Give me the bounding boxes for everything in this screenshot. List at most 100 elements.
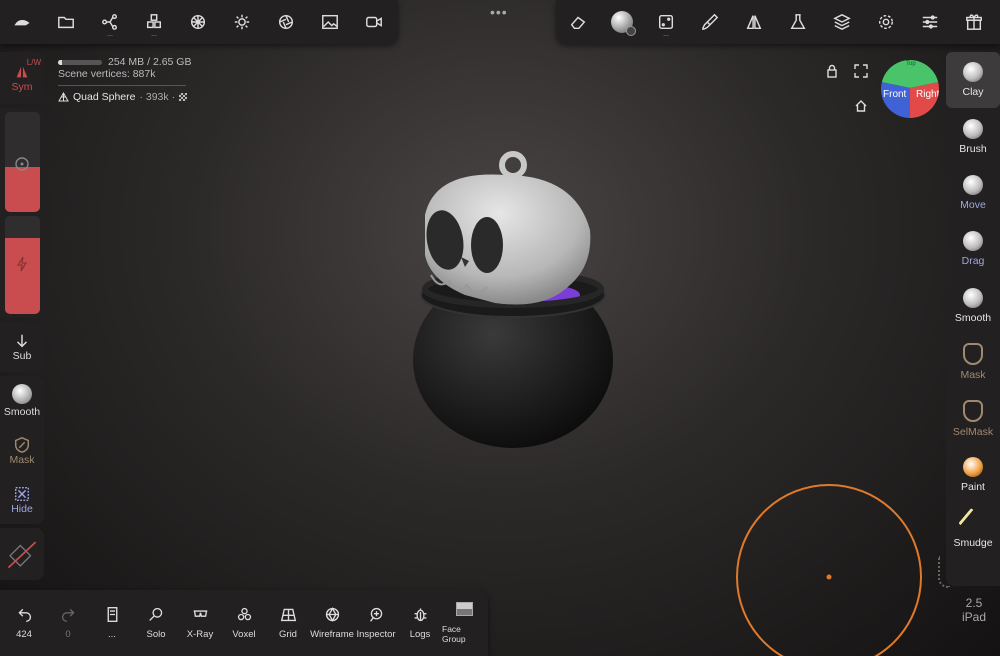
logs-label: Logs [409,629,431,640]
mode-toggle-button[interactable] [0,528,44,580]
intensity-slider[interactable] [5,216,40,314]
topology-icon[interactable] [176,0,220,44]
light-icon[interactable] [220,0,264,44]
paint-tool-icon [963,456,983,477]
divider [58,85,186,86]
tool-selmask[interactable]: SelMask [946,390,1000,446]
tool-smudge[interactable]: Smudge [946,503,1000,559]
voxel-button[interactable]: Voxel [222,606,266,640]
smooth-quick-button[interactable]: Smooth [0,376,44,426]
grid-label: Grid [279,629,297,640]
tool-paint[interactable]: Paint [946,447,1000,503]
drag-handle[interactable]: ••• [490,4,508,20]
sub-label: Sub [12,350,32,362]
material-sphere-icon[interactable] [600,0,644,44]
redo-icon [61,608,75,622]
lock-icon[interactable] [825,64,839,78]
eraser-panel [0,528,44,580]
quick-tools-panel: Smooth Mask Hide [0,376,44,524]
tool-smooth[interactable]: Smooth [946,278,1000,334]
tool-drag[interactable]: Drag [946,221,1000,277]
drag-tool-label: Drag [961,255,985,268]
video-camera-icon[interactable] [352,0,396,44]
tool-mask[interactable]: Mask [946,334,1000,390]
mesh-count: · 393k · [139,91,176,103]
fullscreen-icon[interactable] [854,64,868,78]
inspector-button[interactable]: Inspector [354,606,398,640]
undo-button[interactable]: 424 [2,606,46,640]
radius-slider[interactable] [5,112,40,212]
hide-grid-icon [14,486,30,502]
symmetry-icon[interactable] [732,0,776,44]
eraser-icon[interactable] [556,0,600,44]
scene-info: 254 MB / 2.65 GB Scene vertices: 887k Qu… [58,56,191,103]
face-group-button[interactable]: Face Group [442,602,486,644]
tool-palette-scroll-indicator[interactable] [938,556,950,588]
sub-button[interactable]: Sub [0,322,44,372]
version-number: 2.5 [965,596,983,610]
hide-quick-button[interactable]: Hide [0,476,44,524]
nomad-logo-icon[interactable] [0,0,44,44]
sym-button[interactable]: L/W Sym [0,52,44,104]
radius-icon [15,157,29,171]
background-image-icon[interactable] [308,0,352,44]
solo-button[interactable]: Solo [134,606,178,640]
history-menu-dots: ... [108,629,116,640]
top-toolbar-right: ... [556,0,1000,44]
gizmo-front-label: Front [883,89,907,100]
mesh-info[interactable]: Quad Sphere · 393k · [58,91,191,103]
selmask-tool-icon [963,399,983,422]
grid-icon [280,608,296,622]
history-menu-button[interactable]: ... [90,606,134,640]
stroke-icon[interactable]: ... [644,0,688,44]
voxel-spheres-icon [237,607,251,621]
tool-brush[interactable]: Brush [946,108,1000,164]
grid-button[interactable]: Grid [266,606,310,640]
flask-icon[interactable] [776,0,820,44]
xray-button[interactable]: X-Ray [178,606,222,640]
gizmo-top-label: Top [906,61,916,67]
move-tool-label: Move [960,198,986,211]
layers-icon[interactable] [820,0,864,44]
primitives-icon[interactable]: ... [132,0,176,44]
wireframe-button[interactable]: Wireframe [310,606,354,640]
smooth-quick-label: Smooth [3,406,41,418]
memory-bar [58,59,102,65]
redo-button[interactable]: 0 [46,606,90,640]
logs-button[interactable]: Logs [398,606,442,640]
face-group-label: Face Group [442,624,466,644]
paint-brush-icon[interactable] [688,0,732,44]
sub-panel: Sub [0,322,44,372]
app-version: 2.5 iPad [962,596,986,624]
glasses-icon [193,610,207,617]
mask-tool-icon [963,343,983,366]
settings-gear-icon[interactable] [864,0,908,44]
3d-model-skull-cauldron[interactable] [395,145,630,455]
tool-clay[interactable]: Clay [946,52,1000,109]
scene-graph-icon[interactable]: ... [88,0,132,44]
clay-tool-label: Clay [962,86,984,99]
smooth-tool-icon [963,287,983,308]
home-icon[interactable] [854,99,868,113]
intensity-slider-fill [5,237,40,314]
gift-icon[interactable] [952,0,996,44]
folder-icon[interactable] [44,0,88,44]
smudge-tool-icon [957,508,989,539]
mask-quick-button[interactable]: Mask [0,426,44,476]
brush-tool-label: Brush [959,142,987,155]
tool-move[interactable]: Move [946,165,1000,221]
view-cube-gizmo[interactable]: Front Right Top [881,60,939,118]
drag-tool-icon [963,231,983,252]
radius-slider-fill [5,167,40,212]
brush-tool-icon [963,118,983,139]
camera-aperture-icon[interactable] [264,0,308,44]
selmask-tool-label: SelMask [952,425,994,438]
brush-sliders-panel [0,108,44,318]
clay-tool-icon [963,62,983,83]
sliders-icon[interactable] [908,0,952,44]
scene-vertices: Scene vertices: 887k [58,68,191,80]
version-device: iPad [962,610,987,624]
inspector-label: Inspector [356,629,396,640]
gizmo-right-label: Right [916,89,939,100]
symmetry-panel: L/W Sym [0,52,44,104]
